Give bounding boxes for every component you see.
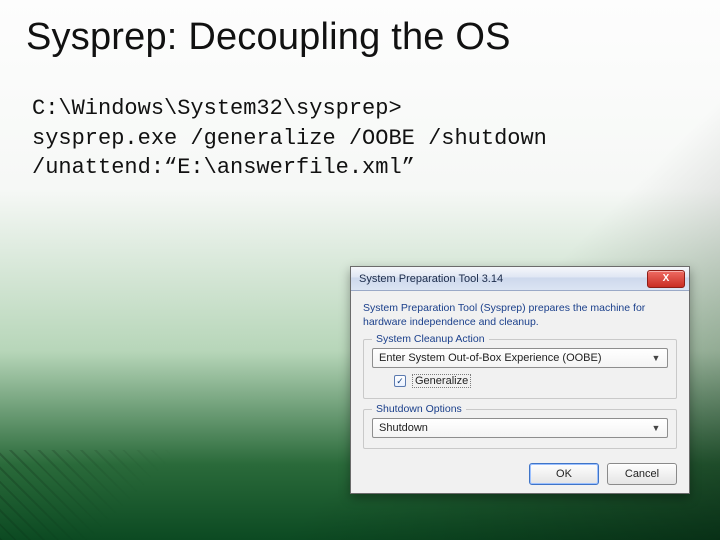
- generalize-checkbox[interactable]: ✓: [394, 375, 406, 387]
- slide: Sysprep: Decoupling the OS C:\Windows\Sy…: [0, 0, 720, 540]
- shutdown-options-value: Shutdown: [379, 422, 428, 434]
- dialog-body: System Preparation Tool (Sysprep) prepar…: [351, 291, 689, 493]
- chevron-down-icon: ▼: [649, 421, 663, 435]
- ok-button[interactable]: OK: [529, 463, 599, 485]
- cleanup-action-value: Enter System Out-of-Box Experience (OOBE…: [379, 352, 602, 364]
- group-cleanup: System Cleanup Action Enter System Out-o…: [363, 339, 677, 399]
- close-icon: X: [663, 273, 670, 284]
- dialog-button-row: OK Cancel: [363, 459, 677, 485]
- slide-title: Sysprep: Decoupling the OS: [26, 16, 511, 59]
- dialog-titlebar[interactable]: System Preparation Tool 3.14 X: [351, 267, 689, 291]
- cancel-button[interactable]: Cancel: [607, 463, 677, 485]
- cleanup-action-select[interactable]: Enter System Out-of-Box Experience (OOBE…: [372, 348, 668, 368]
- generalize-row: ✓ Generalize: [372, 374, 668, 388]
- group-shutdown: Shutdown Options Shutdown ▼: [363, 409, 677, 449]
- generalize-label: Generalize: [412, 374, 471, 388]
- dialog-description: System Preparation Tool (Sysprep) prepar…: [363, 301, 677, 329]
- chevron-down-icon: ▼: [649, 351, 663, 365]
- close-button[interactable]: X: [647, 270, 685, 288]
- command-text: C:\Windows\System32\sysprep> sysprep.exe…: [32, 94, 680, 183]
- group-cleanup-label: System Cleanup Action: [372, 333, 489, 345]
- group-shutdown-label: Shutdown Options: [372, 403, 466, 415]
- dialog-caption: System Preparation Tool 3.14: [359, 273, 503, 285]
- sysprep-dialog: System Preparation Tool 3.14 X System Pr…: [350, 266, 690, 494]
- shutdown-options-select[interactable]: Shutdown ▼: [372, 418, 668, 438]
